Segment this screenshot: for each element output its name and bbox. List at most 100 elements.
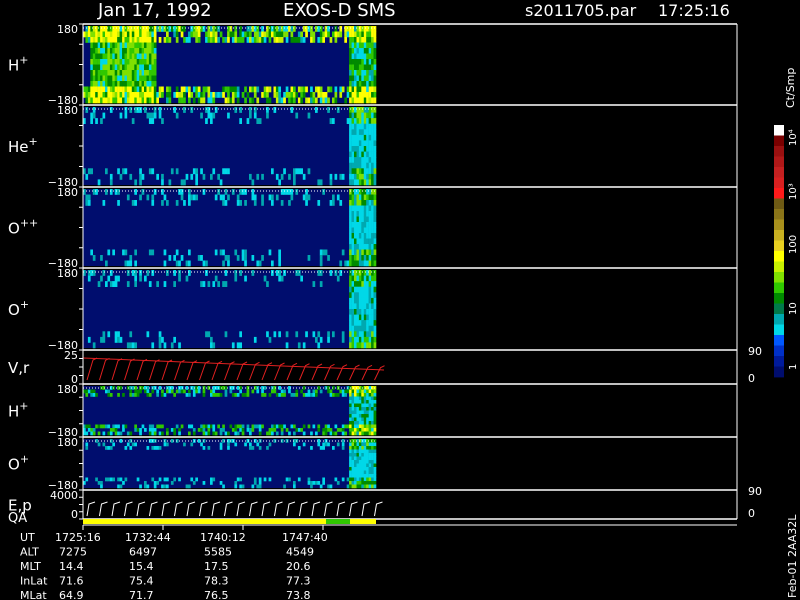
heatmap-cell [173, 107, 176, 113]
heatmap-cell [136, 42, 140, 49]
heatmap-cell [146, 42, 150, 49]
heatmap-cell [102, 42, 106, 49]
heatmap-cell [124, 59, 128, 65]
heatmap-cell [339, 26, 343, 32]
heatmap-cell [334, 86, 338, 93]
heatmap-cell [105, 31, 108, 38]
heatmap-cell [268, 37, 272, 43]
heatmap-cell [356, 233, 360, 239]
heatmap-cell [312, 424, 316, 429]
heatmap-cell [295, 428, 299, 432]
heatmap-cell [315, 336, 318, 343]
heatmap-cell [358, 463, 362, 468]
heatmap-cell [305, 86, 308, 93]
heatmap-cell [107, 92, 111, 98]
heatmap-cell [263, 393, 267, 397]
heatmap-cell [354, 407, 357, 411]
heatmap-cell [153, 97, 157, 104]
heatmap-cell [175, 249, 179, 256]
heatmap-cell [356, 275, 360, 282]
heatmap-cell [349, 474, 352, 478]
heatmap-cell [354, 238, 357, 245]
heatmap-cell [188, 424, 191, 429]
heatmap-cell [148, 428, 152, 432]
heatmap-cell [351, 86, 355, 93]
heatmap-cell [349, 173, 352, 180]
heatmap-cell [351, 400, 355, 404]
heatmap-cell [368, 211, 372, 217]
heatmap-cell [158, 424, 162, 429]
heatmap-cell [146, 53, 150, 60]
heatmap-cell [373, 474, 377, 478]
heatmap-cell [253, 112, 257, 119]
heatmap-cell [366, 477, 369, 482]
heatmap-cell [366, 314, 369, 321]
heatmap-cell [368, 112, 372, 119]
heatmap-cell [180, 92, 184, 98]
heatmap-cell [134, 342, 137, 349]
heatmap-cell [126, 26, 130, 32]
heatmap-cell [363, 238, 367, 245]
heatmap-cell [368, 26, 372, 32]
heatmap-cell [349, 286, 352, 293]
heatmap-cell [302, 424, 306, 429]
heatmap-cell [153, 64, 157, 71]
heatmap-cell [112, 37, 115, 43]
heatmap-cell [293, 97, 296, 104]
heatmap-cell [356, 48, 360, 54]
heatmap-cell [312, 331, 316, 338]
heatmap-cell [97, 59, 101, 65]
heatmap-cell [124, 477, 128, 482]
heatmap-cell [253, 424, 257, 429]
heatmap-cell [371, 260, 374, 267]
heatmap-cell [90, 53, 93, 60]
heatmap-cell [136, 86, 140, 93]
heatmap-cell [200, 97, 203, 104]
heatmap-cell [202, 260, 206, 267]
heatmap-cell [351, 428, 355, 432]
heatmap-cell [351, 403, 355, 408]
heatmap-cell [166, 97, 169, 104]
heatmap-cell [166, 37, 169, 43]
heatmap-cell [339, 31, 343, 38]
heatmap-cell [366, 325, 369, 332]
heatmap-cell [107, 59, 111, 65]
heatmap-cell [229, 86, 233, 93]
heatmap-cell [363, 97, 367, 104]
heatmap-cell [271, 194, 274, 201]
heatmap-cell [166, 92, 169, 98]
heatmap-cell [126, 70, 130, 76]
heatmap-cell [358, 431, 362, 436]
heatmap-cell [358, 286, 362, 293]
heatmap-cell [371, 134, 374, 141]
heatmap-cell [363, 151, 367, 158]
heatmap-cell [290, 189, 294, 195]
heatmap-cell [117, 336, 120, 343]
heatmap-cell [349, 431, 352, 436]
heatmap-cell [297, 86, 301, 93]
colorbar-swatch [774, 335, 784, 346]
heatmap-cell [275, 37, 279, 43]
heatmap-cell [346, 31, 350, 38]
heatmap-cell [256, 424, 260, 429]
heatmap-cell [358, 140, 362, 147]
heatmap-cell [290, 31, 294, 38]
heatmap-cell [361, 64, 364, 71]
heatmap-cell [297, 270, 301, 276]
heatmap-cell [371, 297, 374, 304]
heatmap-cell [351, 325, 355, 332]
heatmap-cell [146, 484, 150, 489]
heatmap-cell [97, 481, 101, 485]
heatmap-cell [354, 168, 357, 175]
heatmap-cell [285, 37, 289, 43]
heatmap-cell [361, 407, 364, 411]
heatmap-cell [158, 446, 162, 450]
heatmap-cell [197, 255, 201, 261]
heatmap-cell [161, 189, 164, 195]
heatmap-cell [212, 97, 216, 104]
heatmap-cell [119, 59, 123, 65]
heatmap-cell [271, 200, 274, 206]
heatmap-cell [366, 260, 369, 267]
heatmap-cell [139, 75, 142, 82]
heatmap-cell [207, 31, 211, 38]
